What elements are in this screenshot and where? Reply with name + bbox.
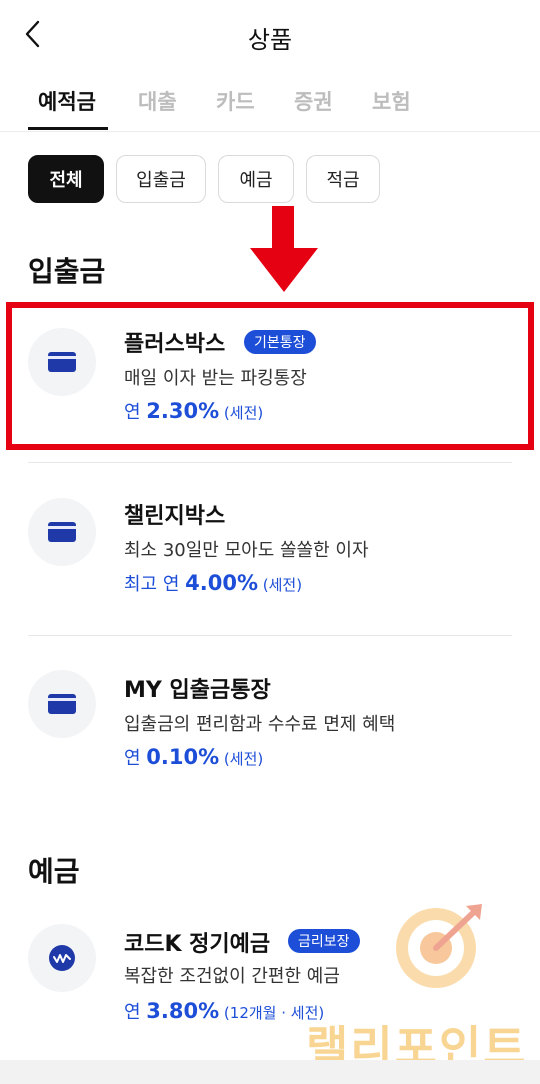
section-title-savings: 예금 [28,855,80,888]
tab-savings[interactable]: 예적금 [38,86,96,116]
rate-prefix: 연 [124,748,147,769]
product-description: 입출금의 편리함과 수수료 면제 혜택 [124,714,396,735]
product-name: 챌린지박스 [124,504,226,529]
product-rate: 연 3.80% (12개월 · 세전) [124,998,324,1024]
rate-value: 0.10% [146,745,220,769]
divider [28,462,512,463]
product-icon [28,670,96,738]
product-description: 최소 30일만 모아도 쏠쏠한 이자 [124,540,369,561]
rate-suffix: (세전) [257,576,303,594]
rate-prefix: 최고 연 [124,574,186,595]
won-coin-icon [49,945,75,971]
product-item[interactable]: 챌린지박스 최소 30일만 모아도 쏠쏠한 이자 최고 연 4.00% (세전) [0,482,540,632]
watermark: 랠리포인트 [296,904,536,1075]
filter-all[interactable]: 전체 [28,155,104,203]
divider [28,635,512,636]
product-rate: 최고 연 4.00% (세전) [124,570,302,596]
arrow-down-icon [250,206,318,292]
active-tab-indicator [28,127,108,130]
category-tabs: 예적금 대출 카드 증권 보험 [0,78,540,132]
filter-deposit-withdraw[interactable]: 입출금 [116,155,206,203]
card-icon [48,694,76,714]
rate-value: 3.80% [146,999,220,1023]
tab-loan[interactable]: 대출 [138,86,177,116]
tab-insurance[interactable]: 보험 [372,86,411,116]
top-bar: 상품 [0,0,540,66]
bottom-bar [0,1060,540,1084]
product-name: 코드K 정기예금 [124,932,271,957]
rate-value: 4.00% [185,571,258,595]
page-title: 상품 [247,26,293,54]
product-name: MY 입출금통장 [124,678,271,703]
product-item[interactable]: MY 입출금통장 입출금의 편리함과 수수료 면제 혜택 연 0.10% (세전… [0,656,540,806]
section-title-deposit-withdraw: 입출금 [28,255,106,288]
tab-securities[interactable]: 증권 [294,86,333,116]
filter-deposit[interactable]: 예금 [218,155,294,203]
filter-chips: 전체 입출금 예금 적금 [28,155,528,203]
tab-card[interactable]: 카드 [216,86,255,116]
highlight-box [6,302,534,450]
product-icon [28,498,96,566]
target-logo-icon [396,904,482,988]
filter-installment[interactable]: 적금 [306,155,380,203]
rate-prefix: 연 [124,1002,147,1023]
product-rate: 연 0.10% (세전) [124,744,263,770]
product-icon [28,924,96,992]
rate-suffix: (세전) [219,750,264,768]
card-icon [48,522,76,542]
